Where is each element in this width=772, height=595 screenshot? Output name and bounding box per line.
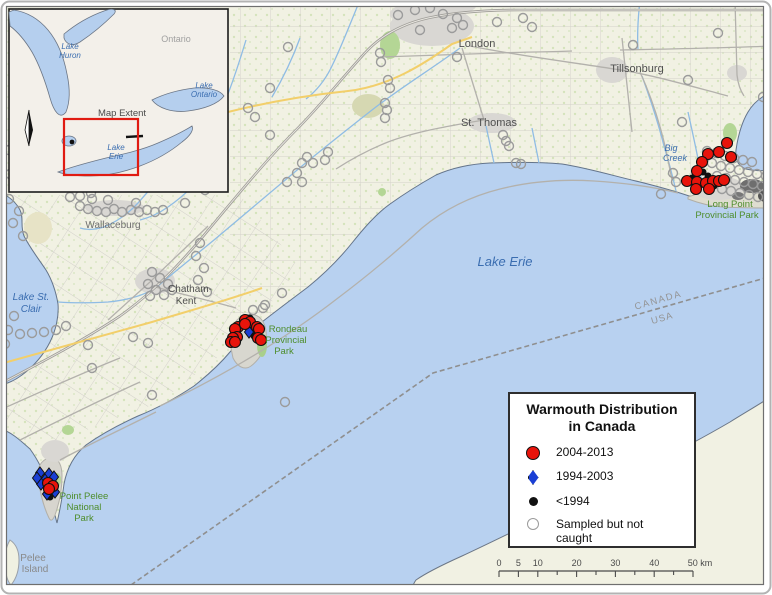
map-export-window: London Tillsonburg St. Thomas Wallaceburg Ch… — [0, 0, 772, 595]
legend-item: Sampled but not caught — [510, 517, 686, 545]
point-2004-2013 — [692, 166, 703, 177]
scale-tick-label: 50 km — [688, 558, 713, 568]
inset-location-dot — [70, 140, 75, 145]
legend-title-line1: Warmouth Distribution — [510, 401, 694, 418]
map-label: Park — [74, 513, 94, 524]
map-label: Lake Erie — [478, 254, 533, 269]
legend-items: 2004-2013 1994-2003 <1994 Sampled but not c… — [510, 445, 694, 545]
map-label: Lake — [107, 143, 125, 152]
map-label: Lake — [61, 42, 79, 51]
map-label: Erie — [109, 152, 124, 161]
point-2004-2013 — [682, 176, 693, 187]
inset-long-point-mark — [126, 136, 143, 137]
green-area — [378, 188, 386, 196]
point-2004-2013 — [719, 175, 730, 186]
scale-tick-label: 30 — [610, 558, 620, 568]
map-label: London — [459, 38, 496, 50]
point-2004-2013 — [691, 184, 702, 195]
legend-title-line2: in Canada — [510, 418, 694, 435]
map-label: Huron — [59, 51, 81, 60]
map-label: Long Point — [707, 199, 753, 210]
map-label: Provincial Park — [695, 210, 759, 221]
map-label: Park — [274, 346, 294, 357]
point-2004-2013 — [726, 152, 737, 163]
green-area — [352, 94, 384, 118]
map-label: Kent — [176, 296, 197, 307]
map-label: St. Thomas — [461, 117, 518, 129]
inset-overview-map: OntarioLakeHuronLakeOntarioMap ExtentLak… — [9, 9, 228, 192]
point-2004-2013 — [230, 337, 241, 348]
legend-symbol-pre-1994 — [529, 497, 538, 506]
green-area — [380, 31, 400, 59]
map-label: Point Pelee — [60, 491, 109, 502]
map-label: Big — [664, 143, 677, 153]
map-label: Lake — [195, 81, 213, 90]
map-label: Clair — [21, 304, 42, 315]
legend-item: 2004-2013 — [510, 445, 686, 460]
map-label: Tillsonburg — [610, 63, 663, 75]
map-label: Chatham- — [168, 284, 212, 295]
green-area — [62, 425, 74, 435]
point-2004-2013 — [714, 147, 725, 158]
green-area — [24, 212, 52, 244]
scale-tick-label: 0 — [496, 558, 501, 568]
legend-symbol-1994-2003 — [528, 470, 539, 485]
map-label: Ontario — [191, 90, 218, 99]
scale-tick-label: 40 — [649, 558, 659, 568]
legend-symbol-not-caught — [527, 518, 539, 530]
legend-item-label: 1994-2003 — [556, 469, 676, 483]
map-label: National — [67, 502, 102, 513]
scale-tick-label: 10 — [533, 558, 543, 568]
map-label: Rondeau — [269, 324, 308, 335]
map-label: Wallaceburg — [85, 220, 140, 231]
legend-item-label: <1994 — [556, 494, 676, 508]
map-label: Pelee — [20, 553, 46, 564]
map-label: Map Extent — [98, 108, 146, 119]
legend-box: Warmouth Distribution in Canada 2004-201… — [508, 392, 696, 548]
point-2004-2013 — [722, 138, 733, 149]
legend-item: 1994-2003 — [510, 469, 686, 485]
point-2004-2013 — [704, 184, 715, 195]
point-2004-2013 — [240, 319, 251, 330]
legend-item-label: 2004-2013 — [556, 445, 676, 459]
legend-symbol-2004-2013 — [526, 446, 540, 460]
scale-tick-label: 5 — [516, 558, 521, 568]
map-label: Creek — [663, 153, 688, 163]
map-label: Provincial — [265, 335, 306, 346]
urban-area — [41, 440, 69, 462]
legend-item: <1994 — [510, 494, 686, 508]
map-label: Lake St. — [13, 292, 50, 303]
map-label: Island — [22, 564, 49, 575]
legend-item-label: Sampled but not caught — [556, 517, 676, 545]
scale-tick-label: 20 — [572, 558, 582, 568]
map-label: Ontario — [161, 34, 191, 44]
point-2004-2013 — [44, 484, 55, 495]
